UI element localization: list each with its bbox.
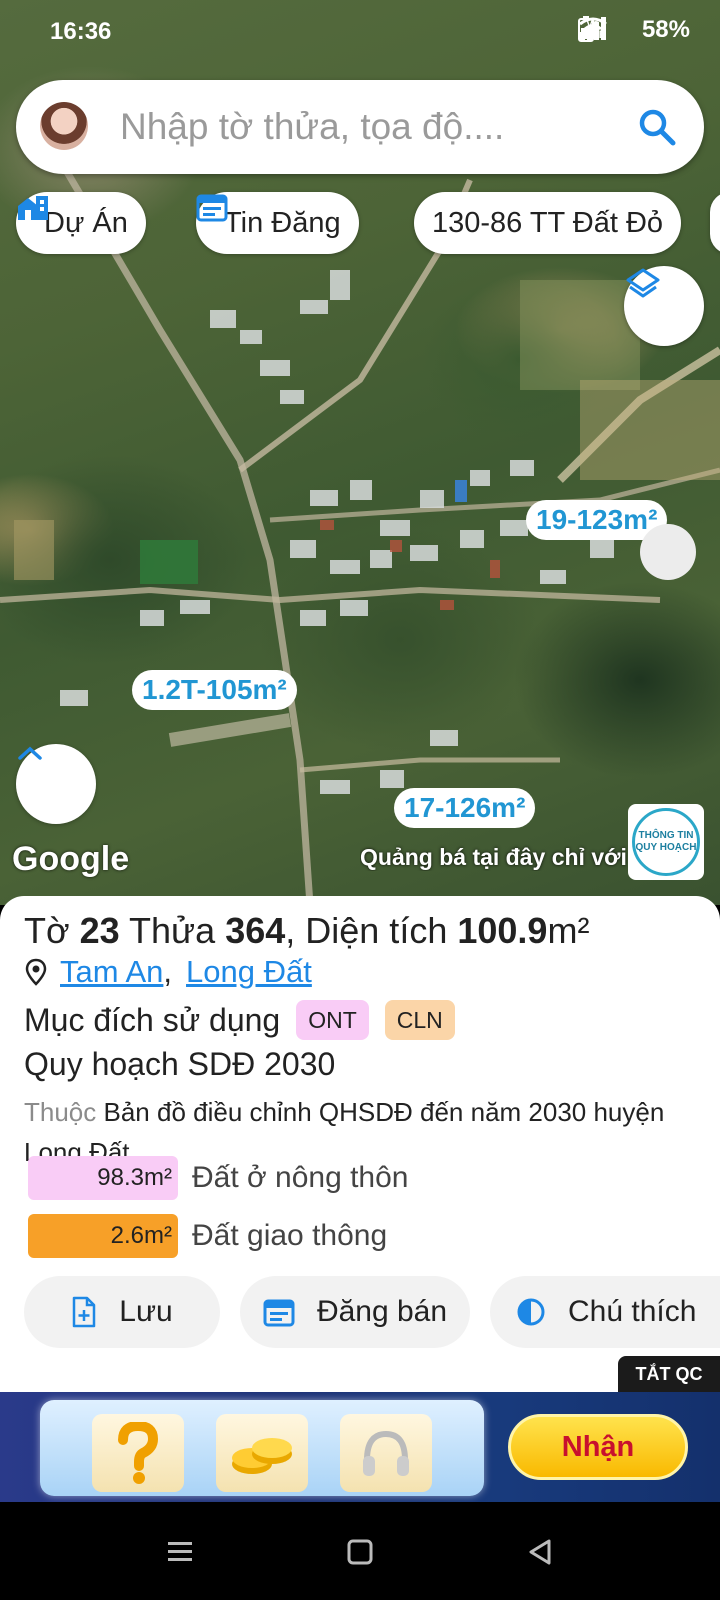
- area-value: 100.9: [457, 910, 548, 951]
- coins-icon: [216, 1414, 308, 1492]
- question-icon: [92, 1414, 184, 1492]
- google-logo: Google: [12, 840, 130, 878]
- area-value-box: 2.6m²: [28, 1214, 178, 1258]
- system-nav-bar: [0, 1502, 720, 1600]
- status-bar: 16:36 Vo LTE 58%: [0, 0, 720, 64]
- search-bar: [16, 80, 704, 174]
- claim-button[interactable]: Nhận: [508, 1414, 688, 1480]
- search-icon[interactable]: [636, 106, 678, 148]
- promo-text[interactable]: Quảng bá tại đây chỉ với: [360, 844, 628, 871]
- tag-ont: ONT: [296, 1000, 369, 1040]
- chip-du-an[interactable]: Dự Án: [16, 192, 146, 254]
- avatar[interactable]: [40, 102, 88, 150]
- chip-label: Dự Án: [44, 206, 128, 239]
- area-unit: m²: [547, 910, 590, 951]
- area-value-box: 98.3m²: [28, 1156, 178, 1200]
- parcel-title: Tờ 23 Thửa 364, Diện tích 100.9m²: [24, 910, 589, 952]
- ward-link[interactable]: Tam An: [60, 954, 163, 990]
- district-link[interactable]: Long Đất: [186, 954, 312, 990]
- purpose-label: Mục đích sử dụng: [24, 1001, 281, 1038]
- location-pin-icon: [24, 958, 48, 986]
- calendar-icon: [263, 1297, 295, 1327]
- home-icon[interactable]: [340, 1532, 380, 1572]
- area-type-label: Đất ở nông thôn: [192, 1161, 409, 1194]
- clock: 16:36: [50, 18, 112, 45]
- post-label: Đăng bán: [316, 1295, 448, 1328]
- search-input[interactable]: [120, 102, 620, 152]
- file-add-icon: [71, 1296, 97, 1328]
- save-button[interactable]: Lưu: [24, 1276, 220, 1348]
- ad-panel: [40, 1400, 484, 1496]
- map-price-label[interactable]: 1.2T-105m²: [132, 670, 297, 710]
- chip-label: 130-86 TT Đất Đỏ: [432, 206, 664, 239]
- parcel-location: Tam An, Long Đất: [24, 954, 312, 990]
- post-sale-button[interactable]: Đăng bán: [240, 1276, 470, 1348]
- legend-label: Chú thích: [568, 1295, 697, 1328]
- plan-title: Quy hoạch SDĐ 2030: [24, 1046, 336, 1082]
- parcel-info-sheet: Tờ 23 Thửa 364, Diện tích 100.9m² Tam An…: [0, 896, 720, 1392]
- to-value: 23: [79, 910, 120, 951]
- to-label: Tờ: [24, 910, 70, 951]
- land-use-purpose: Mục đích sử dụng ONT CLN: [24, 1000, 471, 1040]
- expand-up-button[interactable]: [16, 744, 96, 824]
- headphones-icon: [340, 1414, 432, 1492]
- badge-line-2: QUY HOẠCH: [635, 842, 697, 853]
- badge-line-1: THÔNG TIN: [638, 830, 694, 841]
- area-row-gt: 2.6m² Đất giao thông: [28, 1214, 387, 1258]
- area-row-ont: 98.3m² Đất ở nông thôn: [28, 1156, 409, 1200]
- battery-percent: 58%: [641, 16, 690, 43]
- area-type-label: Đất giao thông: [192, 1219, 388, 1252]
- satellite-map[interactable]: 16:36 Vo LTE 58% D: [0, 0, 720, 905]
- chip-label: Tin Đăng: [224, 206, 341, 239]
- planning-info-badge[interactable]: THÔNG TIN QUY HOẠCH: [628, 804, 704, 880]
- thua-value: 364: [225, 910, 286, 951]
- menu-icon[interactable]: [160, 1532, 200, 1572]
- thua-label: Thửa: [129, 910, 216, 951]
- contrast-icon: [516, 1297, 546, 1327]
- hide-ads-button[interactable]: TẮT QC: [618, 1356, 720, 1392]
- chip-location[interactable]: 130-86 TT Đất Đỏ: [414, 192, 682, 254]
- ad-banner[interactable]: Nhận: [0, 1392, 720, 1502]
- map-price-label[interactable]: 17-126m²: [394, 788, 536, 828]
- chip-tin-dang[interactable]: Tin Đăng: [196, 192, 359, 254]
- map-marker[interactable]: [640, 524, 696, 580]
- back-icon[interactable]: [520, 1532, 560, 1572]
- layers-button[interactable]: [624, 266, 704, 346]
- tag-cln: CLN: [384, 1000, 455, 1040]
- legend-button[interactable]: Chú thích: [490, 1276, 720, 1348]
- belongs-prefix: Thuộc: [24, 1097, 97, 1127]
- area-label: , Diện tích: [285, 910, 448, 951]
- save-label: Lưu: [119, 1295, 173, 1328]
